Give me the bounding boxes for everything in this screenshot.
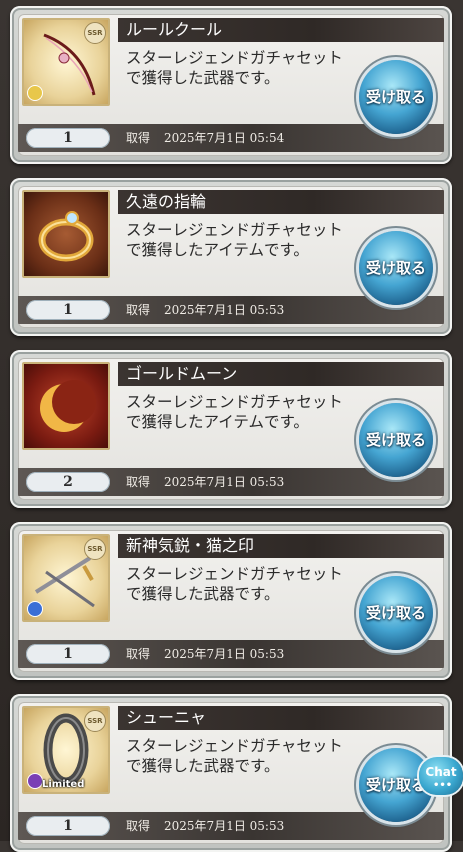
- item-thumbnail[interactable]: SSR: [22, 18, 110, 106]
- item-card: SSR 新神気鋭・猫之印 スターレジェンドガチャセットで獲得した武器です。 1 …: [10, 522, 452, 680]
- acquired-date: 2025年7月1日 05:53: [164, 303, 285, 317]
- item-name: ルールクール: [118, 18, 444, 42]
- item-card: SSR ルールクール スターレジェンドガチャセットで獲得した武器です。 1 取得…: [10, 6, 452, 164]
- acquired-label: 取得: [126, 303, 151, 317]
- element-icon: [27, 773, 43, 789]
- element-icon: [27, 85, 43, 101]
- receive-button[interactable]: 受け取る: [359, 403, 433, 477]
- rarity-badge: SSR: [84, 22, 106, 44]
- item-name: 新神気鋭・猫之印: [118, 534, 444, 558]
- item-thumbnail[interactable]: [22, 190, 110, 278]
- crescent-moon-icon: [40, 380, 96, 432]
- item-name: シューニャ: [118, 706, 444, 730]
- item-description: スターレジェンドガチャセットで獲得したアイテムです。: [126, 221, 343, 259]
- acquired-date: 2025年7月1日 05:53: [164, 819, 285, 833]
- rarity-badge: SSR: [84, 538, 106, 560]
- item-name: 久遠の指輪: [118, 190, 444, 214]
- element-icon: [27, 601, 43, 617]
- acquired-date: 2025年7月1日 05:54: [164, 131, 285, 145]
- item-description: スターレジェンドガチャセットで獲得した武器です。: [126, 49, 343, 87]
- ring-icon: [38, 211, 94, 262]
- receive-button[interactable]: 受け取る: [359, 231, 433, 305]
- item-quantity: 1: [26, 644, 110, 664]
- item-description: スターレジェンドガチャセットで獲得した武器です。: [126, 565, 343, 603]
- item-thumbnail[interactable]: SSR Limited: [22, 706, 110, 794]
- receive-button[interactable]: 受け取る: [359, 60, 433, 134]
- acquired-info: 取得 2025年7月1日 05:53: [126, 640, 284, 668]
- item-card: 久遠の指輪 スターレジェンドガチャセットで獲得したアイテムです。 1 取得 202…: [10, 178, 452, 336]
- item-card: SSR Limited シューニャ スターレジェンドガチャセットで獲得した武器で…: [10, 694, 452, 852]
- chat-button[interactable]: Chat •••: [419, 757, 463, 795]
- acquired-info: 取得 2025年7月1日 05:53: [126, 468, 284, 496]
- item-quantity: 1: [26, 816, 110, 836]
- acquired-info: 取得 2025年7月1日 05:53: [126, 296, 284, 324]
- item-description: スターレジェンドガチャセットで獲得した武器です。: [126, 737, 343, 775]
- acquired-info: 取得 2025年7月1日 05:53: [126, 812, 284, 840]
- rarity-badge: SSR: [84, 710, 106, 732]
- acquired-info: 取得 2025年7月1日 05:54: [126, 124, 284, 152]
- acquired-label: 取得: [126, 647, 151, 661]
- limited-badge: Limited: [42, 779, 85, 790]
- acquired-date: 2025年7月1日 05:53: [164, 647, 285, 661]
- item-card: ゴールドムーン スターレジェンドガチャセットで獲得したアイテムです。 2 取得 2…: [10, 350, 452, 508]
- item-thumbnail[interactable]: SSR: [22, 534, 110, 622]
- item-quantity: 1: [26, 300, 110, 320]
- receive-button[interactable]: 受け取る: [359, 576, 433, 650]
- item-name: ゴールドムーン: [118, 362, 444, 386]
- item-thumbnail[interactable]: [22, 362, 110, 450]
- acquired-label: 取得: [126, 819, 151, 833]
- chat-dots-icon: •••: [433, 780, 453, 791]
- item-quantity: 1: [26, 128, 110, 148]
- item-description: スターレジェンドガチャセットで獲得したアイテムです。: [126, 393, 343, 431]
- item-quantity: 2: [26, 472, 110, 492]
- acquired-label: 取得: [126, 131, 151, 145]
- acquired-date: 2025年7月1日 05:53: [164, 475, 285, 489]
- acquired-label: 取得: [126, 475, 151, 489]
